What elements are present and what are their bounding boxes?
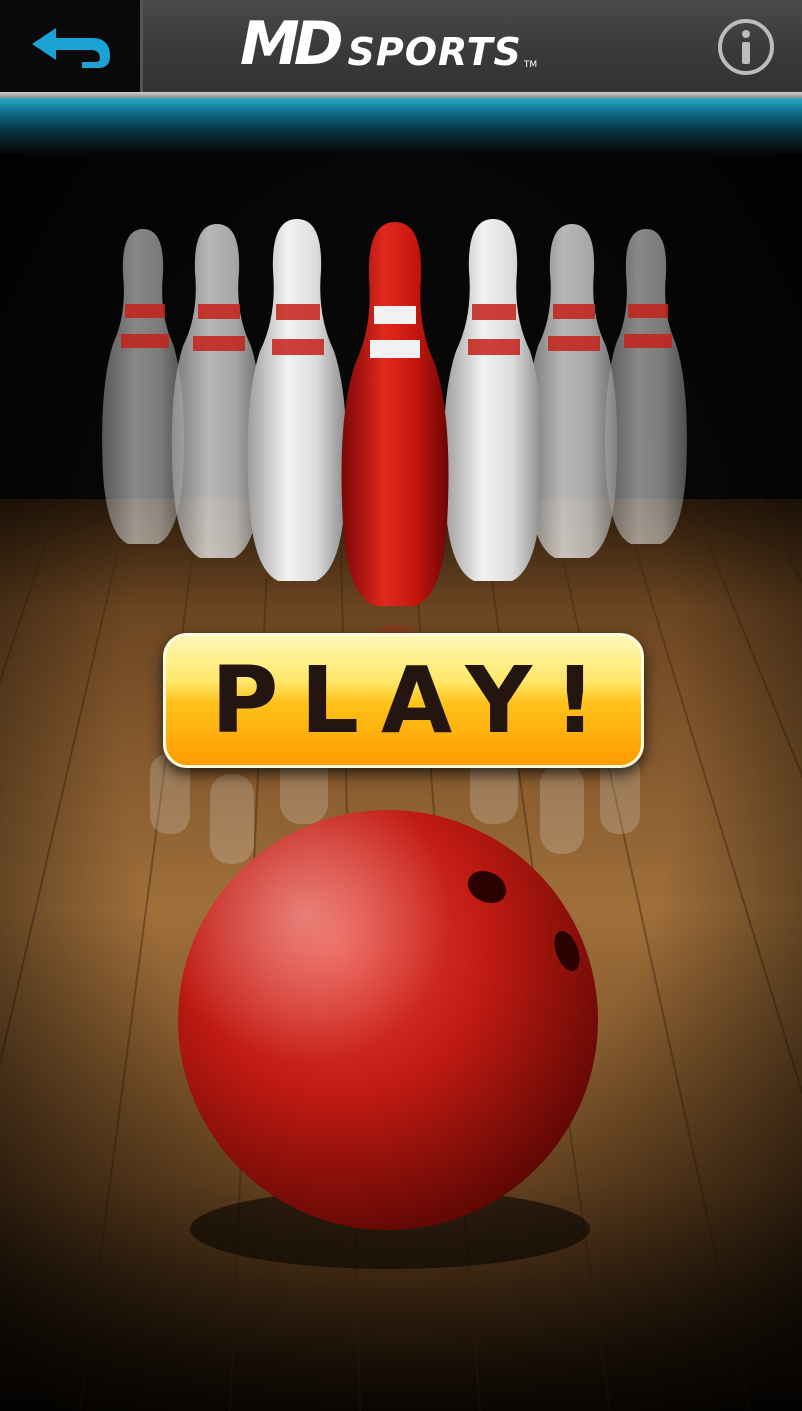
info-button[interactable]	[717, 18, 775, 76]
md-sports-logo: MD SPORTS TM	[240, 12, 537, 74]
play-button-label: PLAY!	[210, 647, 619, 754]
top-bar: MD SPORTS TM	[0, 0, 802, 92]
bowling-scene	[0, 154, 802, 1411]
info-icon	[718, 19, 774, 75]
back-arrow-icon	[32, 28, 110, 68]
logo-md-text: MD	[240, 9, 343, 79]
back-button[interactable]	[0, 0, 143, 92]
game-screen: MD SPORTS TM PLAY!	[0, 0, 802, 1411]
logo-sports-text: SPORTS	[347, 30, 522, 74]
play-button[interactable]: PLAY!	[163, 633, 644, 768]
logo-trademark: TM	[523, 60, 538, 70]
header-glow	[0, 98, 802, 154]
